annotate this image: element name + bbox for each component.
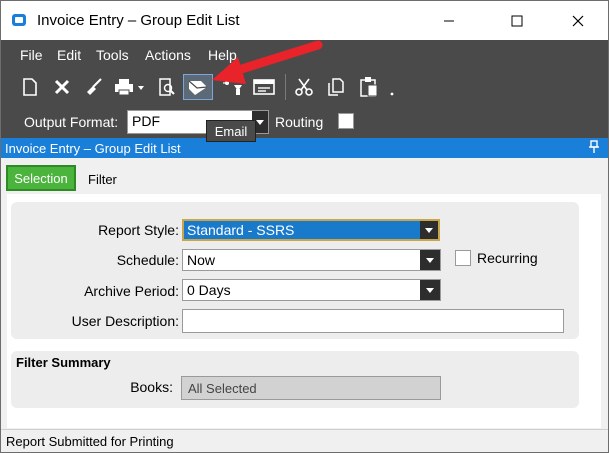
new-icon [23,78,37,96]
tab-bar: Selection Filter [1,158,608,194]
app-icon [12,14,26,26]
email-button[interactable] [183,74,213,100]
report-style-select[interactable]: Standard - SSRS [182,219,440,241]
toolbar-separator [285,74,286,100]
status-text: Report Submitted for Printing [6,434,174,449]
routing-label: Routing [275,114,324,130]
maximize-icon [511,15,523,26]
menu-bar: File Edit Tools Actions Help [1,40,608,68]
report-style-label: Report Style: [98,222,179,238]
delete-button[interactable] [51,74,73,100]
filter-summary-heading: Filter Summary [16,355,111,370]
email-icon [188,80,208,95]
report-style-value: Standard - SSRS [187,222,295,238]
app-window: Invoice Entry – Group Edit List File Edi… [0,0,609,453]
cut-icon [295,78,313,96]
copy-icon [328,78,344,96]
recurring-label: Recurring [477,250,538,266]
copy-button[interactable] [325,74,347,100]
cut-button[interactable] [293,74,315,100]
close-icon [572,15,584,26]
schedule-select[interactable]: Now [182,249,441,271]
filter-summary-group: Filter Summary Books: All Selected [11,351,579,408]
report-style-dropdown-button[interactable] [420,221,438,239]
delete-icon [54,79,70,95]
print-preview-icon [159,78,175,96]
minimize-icon [444,20,454,21]
archive-period-label: Archive Period: [84,283,179,299]
tab-content: Report Style: Standard - SSRS Schedule: … [7,194,601,428]
generate-icon [223,78,242,95]
panel-title: Invoice Entry – Group Edit List [5,141,181,156]
tab-filter[interactable]: Filter [88,172,117,187]
menu-edit[interactable]: Edit [57,47,81,63]
user-description-input[interactable] [182,309,564,333]
user-description-label: User Description: [71,313,179,329]
tab-selection[interactable]: Selection [6,165,76,191]
report-options-group: Report Style: Standard - SSRS Schedule: … [11,202,579,339]
paste-icon [360,77,394,97]
print-button[interactable] [113,74,147,100]
archive-period-dropdown-button[interactable] [420,280,440,300]
output-format-value: PDF [132,113,160,129]
print-preview-button[interactable] [156,74,178,100]
schedule-button[interactable] [251,74,277,100]
chevron-down-icon [256,119,264,125]
schedule-icon [253,79,275,95]
window-title: Invoice Entry – Group Edit List [37,12,240,29]
toolbar [1,68,608,106]
archive-period-select[interactable]: 0 Days [182,279,441,301]
output-toolbar: Output Format: PDF Routing [1,106,608,138]
status-bar: Report Submitted for Printing [1,429,608,452]
close-button[interactable] [555,1,601,40]
chevron-down-icon [426,257,434,263]
panel-header: Invoice Entry – Group Edit List [1,138,608,158]
generate-button[interactable] [221,74,245,100]
maximize-button[interactable] [494,1,540,40]
clear-button[interactable] [83,74,105,100]
print-icon [115,79,144,96]
books-label: Books: [130,379,173,395]
title-bar: Invoice Entry – Group Edit List [1,1,608,40]
menu-actions[interactable]: Actions [145,47,191,63]
books-field: All Selected [181,376,441,400]
books-value: All Selected [188,381,257,396]
menu-help[interactable]: Help [208,47,237,63]
schedule-dropdown-button[interactable] [420,250,440,270]
new-button[interactable] [19,74,41,100]
menu-tools[interactable]: Tools [96,47,129,63]
schedule-value: Now [187,252,216,268]
schedule-label: Schedule: [116,252,179,268]
minimize-button[interactable] [426,1,472,40]
output-format-label: Output Format: [24,114,119,130]
chevron-down-icon [425,227,433,233]
chevron-down-icon [426,287,434,293]
routing-checkbox[interactable] [338,113,354,129]
pin-icon[interactable] [588,140,600,154]
recurring-checkbox[interactable] [455,250,471,266]
email-tooltip: Email [206,120,256,142]
archive-period-value: 0 Days [187,282,231,298]
paste-button[interactable] [357,74,397,100]
clear-icon [87,78,102,95]
menu-file[interactable]: File [20,47,43,63]
